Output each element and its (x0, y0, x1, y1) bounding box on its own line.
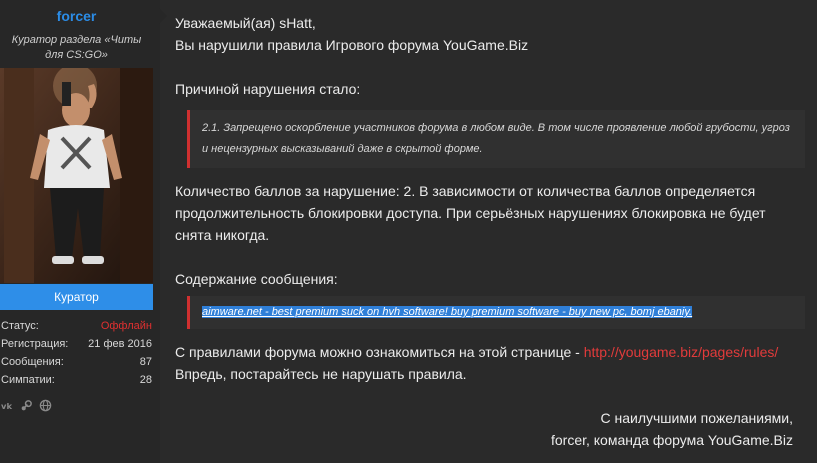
points-text: Количество баллов за нарушение: 2. В зав… (175, 183, 766, 243)
avatar[interactable] (0, 68, 153, 283)
user-title: Куратор раздела «Читы для CS:GO» (11, 34, 142, 61)
steam-icon[interactable] (20, 399, 33, 412)
rules-line: С правилами форума можно ознакомиться на… (175, 341, 805, 363)
messages-value[interactable]: 87 (140, 356, 152, 374)
status-value: Оффлайн (100, 320, 152, 332)
forum-post: forcer Куратор раздела «Читы для CS:GO» (0, 0, 817, 463)
stat-likes: Симпатии: 28 (0, 374, 153, 392)
reason-heading: Причиной нарушения стало: (175, 81, 361, 97)
globe-icon[interactable] (39, 399, 52, 412)
stat-registration: Регистрация: 21 фев 2016 (0, 338, 153, 356)
likes-value: 28 (139, 374, 152, 386)
avatar-photo (0, 68, 153, 283)
registration-value: 21 фев 2016 (88, 338, 152, 350)
signature: forcer, команда форума YouGame.Biz (550, 432, 793, 448)
quoted-message: aimware.net - best premium suck on hvh s… (202, 306, 693, 318)
reason-quote: 2.1. Запрещено оскорбление участников фо… (187, 110, 805, 168)
stat-label: Регистрация: (1, 338, 69, 350)
intro-text: Вы нарушили правила Игрового форума YouG… (175, 37, 529, 53)
rules-text: С правилами форума можно ознакомиться на… (175, 344, 584, 360)
user-panel: forcer Куратор раздела «Читы для CS:GO» (0, 0, 167, 463)
closing-text: С наилучшими пожеланиями, (600, 410, 793, 426)
content-quote: aimware.net - best premium suck on hvh s… (187, 296, 805, 329)
social-links: vk (1, 399, 52, 412)
rules-link[interactable]: http://yougame.biz/pages/rules/ (584, 344, 779, 360)
vk-icon[interactable]: vk (1, 399, 14, 412)
stat-messages: Сообщения: 87 (0, 356, 153, 374)
message-body: Уважаемый(ая) sHatt, Вы нарушили правила… (175, 12, 805, 451)
greeting: Уважаемый(ая) sHatt, (175, 15, 316, 31)
stat-label: Сообщения: (1, 356, 64, 368)
warning-text: Впредь, постарайтесь не нарушать правила… (175, 366, 467, 382)
svg-text:vk: vk (1, 401, 12, 411)
stat-status: Статус: Оффлайн (0, 320, 153, 338)
stat-label: Статус: (1, 320, 39, 332)
user-stats: Статус: Оффлайн Регистрация: 21 фев 2016… (0, 320, 153, 392)
stat-label: Симпатии: (1, 374, 55, 386)
rank-badge[interactable]: Куратор (0, 284, 153, 310)
username-link[interactable]: forcer (0, 8, 153, 24)
content-heading: Содержание сообщения: (175, 271, 338, 287)
